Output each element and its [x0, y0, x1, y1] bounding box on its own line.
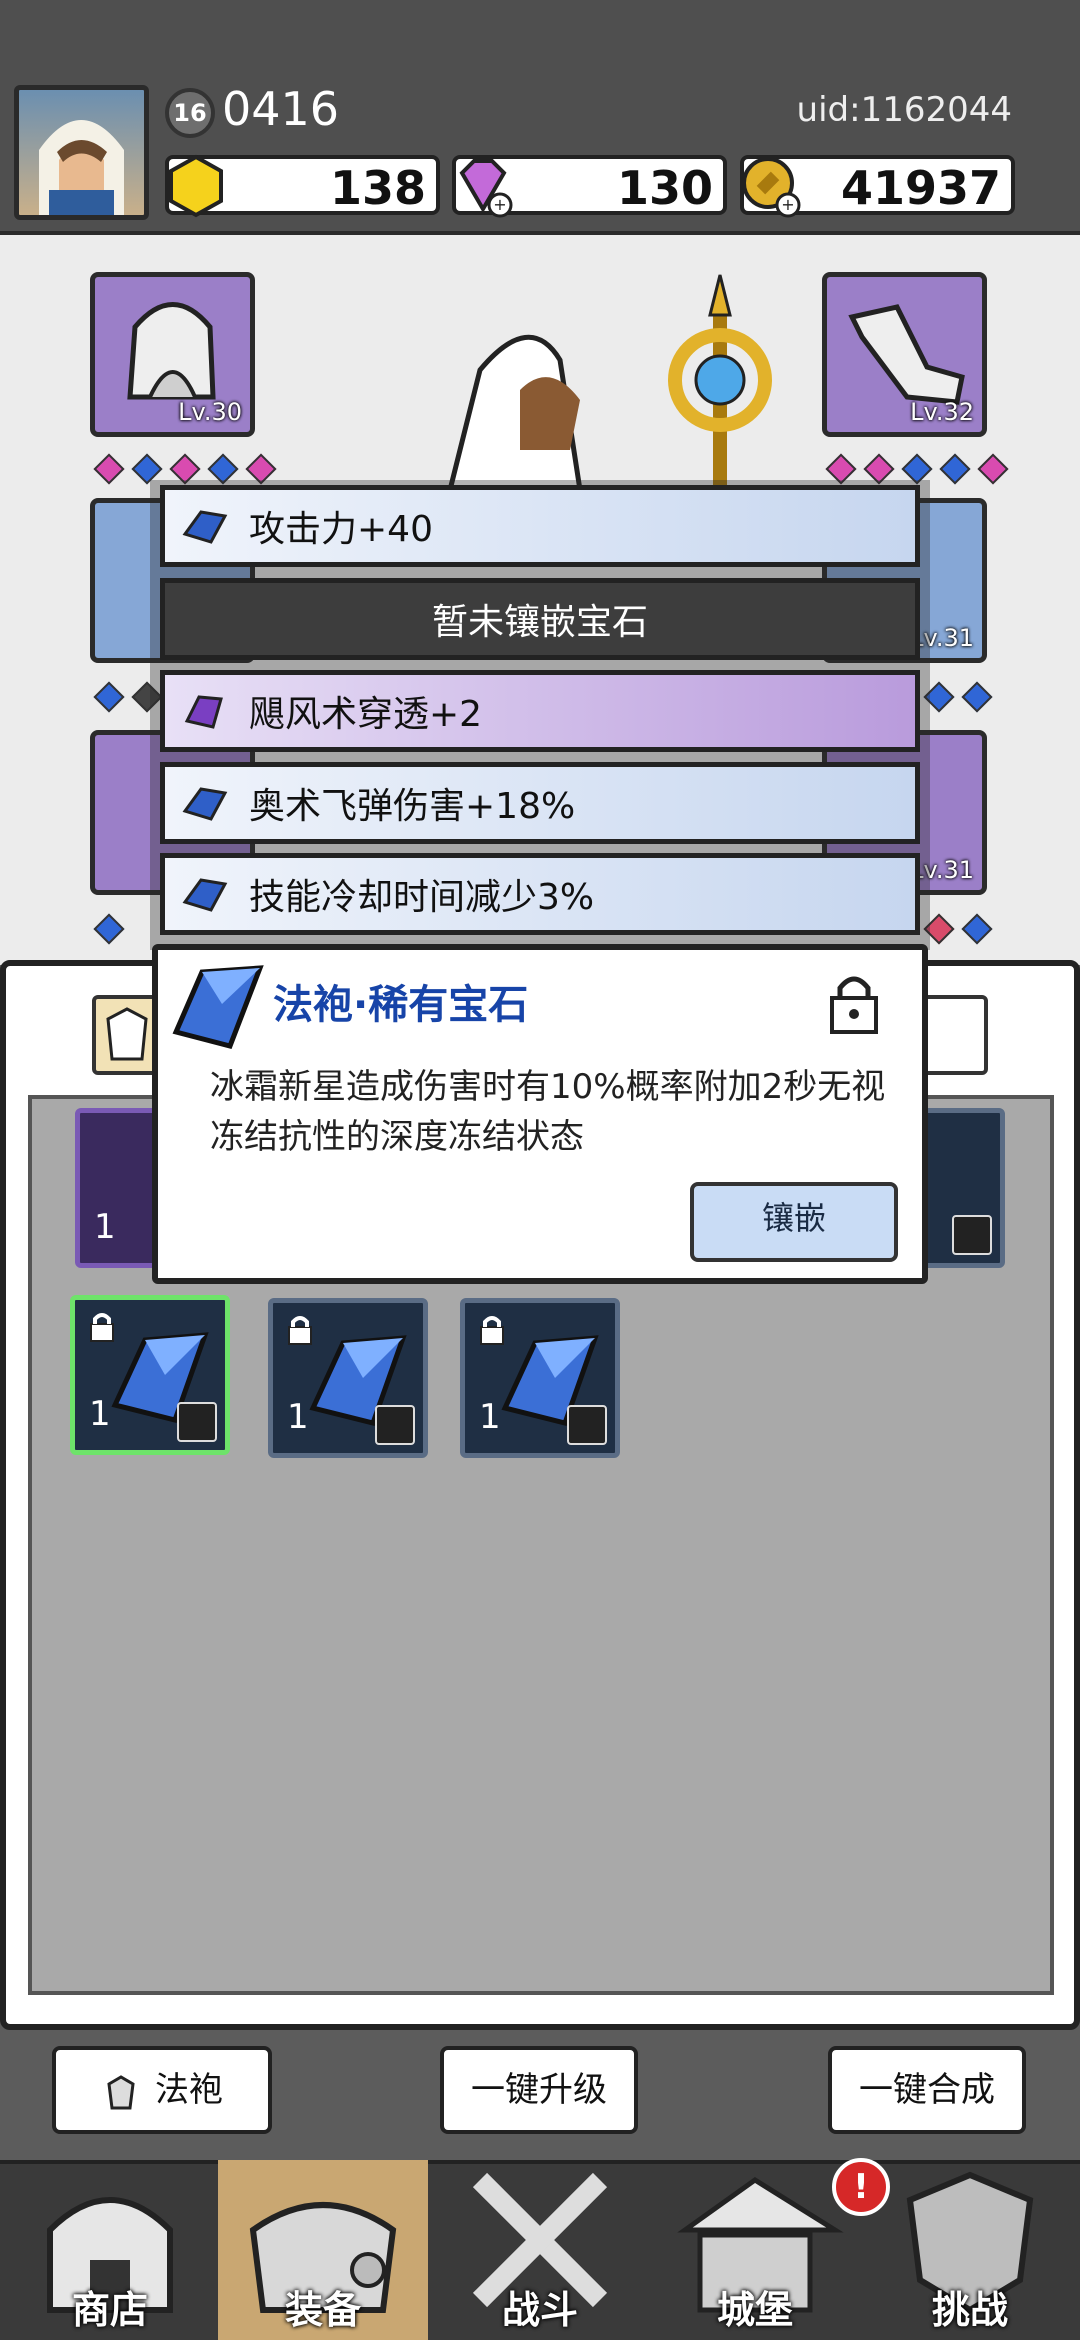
filter-tab-more[interactable]: [918, 995, 988, 1075]
robe-type-icon: [567, 1405, 607, 1445]
gem-inventory-item[interactable]: 1: [70, 1295, 230, 1455]
slot-level: Lv.30: [178, 398, 242, 426]
gem-inventory-item[interactable]: 1: [460, 1298, 620, 1458]
coin-counter[interactable]: + 41937: [740, 155, 1015, 218]
gem-socket-text: 攻击力+40: [249, 509, 433, 550]
gem-socket-text: 技能冷却时间减少3%: [249, 877, 595, 918]
hooded-hero-icon: [39, 120, 124, 215]
nav-battle[interactable]: 战斗: [435, 2160, 645, 2340]
robe-icon: [107, 2074, 135, 2109]
gem-inventory-item[interactable]: 1: [268, 1298, 428, 1458]
tooltip-description: 冰霜新星造成伤害时有10%概率附加2秒无视冻结抗性的深度冻结状态: [210, 1067, 886, 1157]
socket-indicators-left-3: [90, 913, 128, 948]
gem-socket-text: 飓风术穿透+2: [249, 694, 483, 735]
item-count: 1: [479, 1397, 501, 1437]
socket-indicators-right-2: [920, 681, 996, 716]
merge-all-button[interactable]: 一键合成: [828, 2046, 1026, 2134]
item-count: 1: [287, 1397, 309, 1437]
equip-slot-hood[interactable]: Lv.30: [90, 272, 255, 437]
hero-character: [447, 274, 772, 490]
nav-castle[interactable]: 城堡: [650, 2160, 860, 2340]
purple-gem-icon: [184, 695, 223, 729]
diamond-icon: +: [459, 159, 513, 218]
gold-gem-icon: [169, 154, 223, 218]
svg-text:+: +: [781, 195, 794, 214]
gem-socket-text: 暂未镶嵌宝石: [431, 602, 648, 643]
slot-level: Lv.32: [910, 398, 974, 426]
rare-gem-icon: [172, 965, 264, 1049]
gem-socket-empty-row[interactable]: 暂未镶嵌宝石: [160, 578, 920, 660]
item-count: 1: [94, 1207, 116, 1247]
nav-challenge[interactable]: 挑战: [865, 2160, 1075, 2340]
nav-equipment[interactable]: 装备: [218, 2160, 428, 2340]
robe-icon: [106, 1007, 148, 1061]
blue-gem-icon: [182, 787, 228, 821]
nav-shop[interactable]: 商店: [5, 2160, 215, 2340]
player-avatar[interactable]: [14, 85, 149, 220]
equip-slot-boots[interactable]: Lv.32: [822, 272, 987, 437]
blue-gem-icon: [182, 878, 228, 912]
player-id: 0416: [222, 82, 340, 136]
inlay-button[interactable]: 镶嵌: [690, 1182, 898, 1262]
upgrade-all-button[interactable]: 一键升级: [440, 2046, 638, 2134]
gem-tooltip: 法袍·稀有宝石 冰霜新星造成伤害时有10%概率附加2秒无视冻结抗性的深度冻结状态…: [152, 944, 928, 1284]
coin-icon: +: [742, 157, 801, 218]
gem-socket-row[interactable]: 技能冷却时间减少3%: [160, 853, 920, 935]
gold-gem-counter: 138: [165, 154, 440, 218]
item-count: 1: [89, 1394, 111, 1434]
gem-socket-text: 奥术飞弹伤害+18%: [249, 786, 576, 827]
tooltip-title: 法袍·稀有宝石: [273, 982, 529, 1028]
gem-socket-row[interactable]: 奥术飞弹伤害+18%: [160, 762, 920, 844]
category-label: 法袍: [155, 2070, 223, 2110]
blue-gem-icon: [182, 510, 228, 544]
svg-text:+: +: [493, 195, 506, 214]
category-filter-button[interactable]: 法袍: [52, 2046, 272, 2134]
uid-label: uid:1162044: [796, 90, 1012, 130]
lock-icon[interactable]: [826, 970, 882, 1036]
diamond-counter[interactable]: + 130: [452, 155, 727, 218]
player-level-badge: 16: [165, 88, 215, 138]
robe-type-icon: [177, 1402, 217, 1442]
robe-type-icon: [952, 1215, 992, 1255]
gem-socket-row[interactable]: 攻击力+40: [160, 485, 920, 567]
robe-type-icon: [375, 1405, 415, 1445]
gem-socket-row[interactable]: 飓风术穿透+2: [160, 670, 920, 752]
socket-indicators-right-3: [920, 913, 996, 948]
